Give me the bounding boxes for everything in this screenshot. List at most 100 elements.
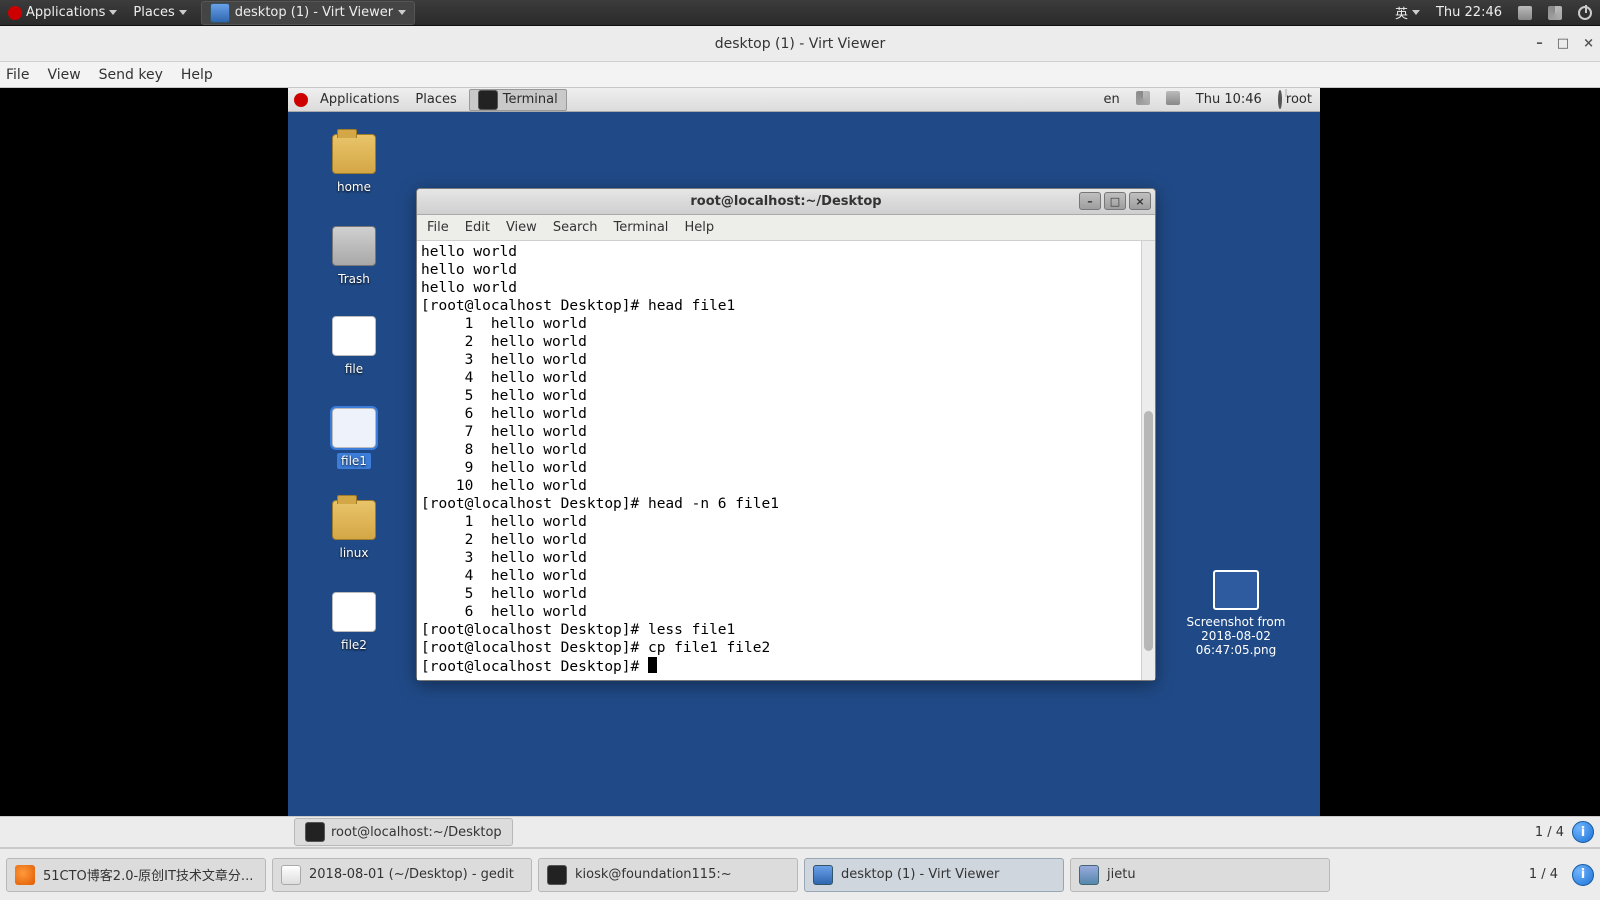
terminal-maximize-button[interactable]: □ <box>1104 192 1126 210</box>
terminal-icon <box>547 865 567 885</box>
terminal-menu-help[interactable]: Help <box>684 220 714 235</box>
info-icon[interactable]: i <box>1572 864 1594 886</box>
terminal-menu-edit[interactable]: Edit <box>465 220 490 235</box>
terminal-menu-terminal[interactable]: Terminal <box>613 220 668 235</box>
terminal-menu-view[interactable]: View <box>506 220 537 235</box>
host-mid-taskbar: root@localhost:~/Desktop 1 / 4 i <box>0 816 1600 848</box>
caret-down-icon <box>1412 10 1420 15</box>
vv-menu-sendkey[interactable]: Send key <box>99 67 163 83</box>
host-bottom-taskbar: 51CTO博客2.0-原创IT技术文章分... 2018-08-01 (~/De… <box>0 848 1600 900</box>
workspace-indicator[interactable]: 1 / 4 <box>1535 825 1564 840</box>
terminal-output[interactable]: hello world hello world hello world [roo… <box>417 241 1155 680</box>
guest-desktop[interactable]: Applications Places Terminal en Thu 10:4… <box>288 88 1320 816</box>
workspace-indicator[interactable]: 1 / 4 <box>1529 867 1558 882</box>
vv-menu-help[interactable]: Help <box>181 67 213 83</box>
terminal-icon <box>478 90 498 110</box>
vv-menu-view[interactable]: View <box>47 67 80 83</box>
host-applications-label: Applications <box>26 5 105 20</box>
firefox-icon <box>15 865 35 885</box>
window-close-button[interactable]: × <box>1583 36 1594 51</box>
task-label: desktop (1) - Virt Viewer <box>841 867 999 882</box>
window-maximize-button[interactable]: □ <box>1557 36 1569 51</box>
gedit-icon <box>281 865 301 885</box>
task-label: jietu <box>1107 867 1136 882</box>
desktop-icon-trash[interactable]: Trash <box>312 226 396 287</box>
desktop-icon-file1[interactable]: file1 <box>312 408 396 469</box>
file-icon <box>332 592 376 632</box>
info-icon[interactable]: i <box>1572 821 1594 843</box>
host-clock[interactable]: Thu 22:46 <box>1428 5 1510 20</box>
vm-display-stage: Applications Places Terminal en Thu 10:4… <box>0 88 1600 816</box>
icon-label: Trash <box>334 271 374 287</box>
task-gedit[interactable]: 2018-08-01 (~/Desktop) - gedit <box>272 858 532 892</box>
icon-label: Screenshot from <box>1176 615 1296 629</box>
network-icon[interactable] <box>1510 6 1540 20</box>
task-terminal[interactable]: kiosk@foundation115:~ <box>538 858 798 892</box>
image-icon <box>1213 570 1259 610</box>
desktop-icon-screenshot[interactable]: Screenshot from 2018-08-02 06:47:05.png <box>1176 570 1296 657</box>
terminal-title-label: root@localhost:~/Desktop <box>690 194 881 209</box>
caret-down-icon <box>398 10 406 15</box>
guest-task-label: Terminal <box>503 92 558 107</box>
terminal-titlebar[interactable]: root@localhost:~/Desktop – □ × <box>417 189 1155 215</box>
guest-network-icon[interactable] <box>1158 91 1188 109</box>
terminal-menu-file[interactable]: File <box>427 220 449 235</box>
task-label: 2018-08-01 (~/Desktop) - gedit <box>309 867 514 882</box>
redhat-icon <box>294 93 308 107</box>
guest-clock[interactable]: Thu 10:46 <box>1188 92 1270 107</box>
virt-viewer-title-label: desktop (1) - Virt Viewer <box>715 36 886 52</box>
terminal-menu-search[interactable]: Search <box>553 220 598 235</box>
host-applications-menu[interactable]: Applications <box>0 5 125 20</box>
guest-input-lang[interactable]: en <box>1096 92 1128 107</box>
letterbox-left <box>0 88 288 816</box>
host-places-menu[interactable]: Places <box>125 5 194 20</box>
file-icon <box>332 408 376 448</box>
power-icon[interactable] <box>1570 6 1600 20</box>
icon-label: file2 <box>337 637 371 653</box>
icon-label: linux <box>336 545 373 561</box>
power-icon <box>1278 90 1282 109</box>
vv-menu-file[interactable]: File <box>6 67 29 83</box>
virt-viewer-icon <box>813 865 833 885</box>
desktop-icon-file[interactable]: file <box>312 316 396 377</box>
input-method-indicator[interactable]: 英 <box>1387 3 1428 22</box>
letterbox-right <box>1320 88 1600 816</box>
input-lang-label: 英 <box>1395 3 1408 22</box>
task-label: 51CTO博客2.0-原创IT技术文章分... <box>43 865 253 884</box>
folder-icon <box>332 134 376 174</box>
terminal-scrollbar[interactable] <box>1141 241 1155 680</box>
host-places-label: Places <box>133 5 174 20</box>
terminal-window[interactable]: root@localhost:~/Desktop – □ × File Edit… <box>416 188 1156 681</box>
guest-task-terminal[interactable]: Terminal <box>469 89 567 111</box>
mid-task-label: root@localhost:~/Desktop <box>331 825 502 840</box>
caret-down-icon <box>109 10 117 15</box>
folder-icon <box>332 500 376 540</box>
volume-icon[interactable] <box>1540 6 1570 20</box>
guest-places-menu[interactable]: Places <box>407 92 464 107</box>
file-icon <box>332 316 376 356</box>
guest-volume-icon[interactable] <box>1128 91 1158 109</box>
terminal-minimize-button[interactable]: – <box>1079 192 1101 210</box>
icon-label: file <box>341 361 367 377</box>
task-virt-viewer[interactable]: desktop (1) - Virt Viewer <box>804 858 1064 892</box>
terminal-close-button[interactable]: × <box>1129 192 1151 210</box>
scrollbar-thumb[interactable] <box>1144 411 1153 651</box>
window-minimize-button[interactable]: – <box>1536 36 1543 51</box>
caret-down-icon <box>179 10 187 15</box>
trash-icon <box>332 226 376 266</box>
task-firefox[interactable]: 51CTO博客2.0-原创IT技术文章分... <box>6 858 266 892</box>
task-jietu[interactable]: jietu <box>1070 858 1330 892</box>
virt-viewer-titlebar[interactable]: desktop (1) - Virt Viewer – □ × <box>0 26 1600 62</box>
icon-label: file1 <box>337 453 371 469</box>
guest-user-menu[interactable]: root <box>1270 92 1320 107</box>
task-label: kiosk@foundation115:~ <box>575 867 732 882</box>
desktop-icon-home[interactable]: home <box>312 134 396 195</box>
guest-user-label: root <box>1286 92 1312 107</box>
guest-applications-menu[interactable]: Applications <box>312 92 407 107</box>
desktop-icon-file2[interactable]: file2 <box>312 592 396 653</box>
desktop-icon-linux[interactable]: linux <box>312 500 396 561</box>
mid-task-terminal[interactable]: root@localhost:~/Desktop <box>294 818 513 846</box>
screenshot-icon <box>1079 865 1099 885</box>
host-active-task[interactable]: desktop (1) - Virt Viewer <box>201 1 415 25</box>
host-top-panel: Applications Places desktop (1) - Virt V… <box>0 0 1600 26</box>
